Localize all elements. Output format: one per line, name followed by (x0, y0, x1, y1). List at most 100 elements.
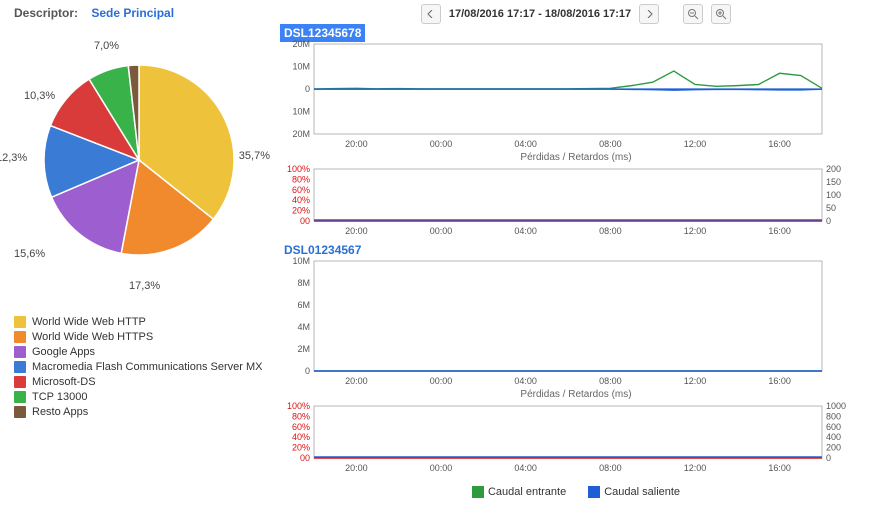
legend-entry-out: Caudal saliente (588, 486, 680, 498)
svg-text:12:00: 12:00 (684, 139, 707, 149)
svg-text:10M: 10M (292, 62, 310, 72)
svg-text:10M: 10M (292, 107, 310, 117)
legend-swatch (14, 346, 26, 358)
prev-button[interactable] (421, 4, 441, 24)
svg-text:00:00: 00:00 (430, 139, 453, 149)
zoom-out-button[interactable] (683, 4, 703, 24)
svg-text:200: 200 (826, 443, 841, 453)
svg-text:04:00: 04:00 (514, 376, 537, 386)
svg-text:20:00: 20:00 (345, 226, 368, 236)
svg-text:16:00: 16:00 (768, 139, 791, 149)
time-range-bar: 17/08/2016 17:17 - 18/08/2016 17:17 (280, 4, 872, 24)
svg-text:100%: 100% (287, 402, 310, 411)
pie-chart: 35,7% 17,3% 15,6% 12,3% 10,3% 7,0% (14, 30, 264, 280)
svg-text:00:00: 00:00 (430, 226, 453, 236)
svg-text:20:00: 20:00 (345, 463, 368, 473)
descriptor-row: Descriptor: Sede Principal (14, 6, 276, 20)
pie-label-3: 12,3% (0, 152, 27, 164)
legend-label: TCP 13000 (32, 391, 87, 403)
svg-text:150: 150 (826, 177, 841, 187)
svg-text:20%: 20% (292, 206, 310, 216)
right-panel: 17/08/2016 17:17 - 18/08/2016 17:17 DSL1… (280, 0, 880, 510)
svg-text:12:00: 12:00 (684, 376, 707, 386)
svg-text:00:00: 00:00 (430, 463, 453, 473)
legend-label: Microsoft-DS (32, 376, 96, 388)
svg-text:04:00: 04:00 (514, 139, 537, 149)
svg-text:08:00: 08:00 (599, 376, 622, 386)
svg-text:04:00: 04:00 (514, 463, 537, 473)
svg-text:0: 0 (305, 84, 310, 94)
pie-label-0: 35,7% (239, 150, 270, 162)
svg-text:40%: 40% (292, 195, 310, 205)
legend-row: TCP 13000 (14, 391, 276, 403)
svg-text:50: 50 (826, 203, 836, 213)
dashboard-root: Descriptor: Sede Principal 35,7% 17,3% 1… (0, 0, 880, 510)
svg-text:10M: 10M (292, 257, 310, 266)
chevron-right-icon (645, 10, 653, 18)
legend-swatch-in (472, 486, 484, 498)
svg-text:20:00: 20:00 (345, 139, 368, 149)
svg-text:80%: 80% (292, 174, 310, 184)
zoom-in-button[interactable] (711, 4, 731, 24)
descriptor-label: Descriptor: (14, 6, 78, 20)
svg-text:100%: 100% (287, 165, 310, 174)
svg-text:20:00: 20:00 (345, 376, 368, 386)
svg-text:60%: 60% (292, 422, 310, 432)
legend-row: Macromedia Flash Communications Server M… (14, 361, 276, 373)
legend-swatch-out (588, 486, 600, 498)
svg-text:6M: 6M (297, 300, 310, 310)
pie-label-4: 10,3% (24, 90, 55, 102)
svg-text:400: 400 (826, 432, 841, 442)
svg-text:800: 800 (826, 411, 841, 421)
svg-text:00:00: 00:00 (430, 376, 453, 386)
legend-label: World Wide Web HTTPS (32, 331, 153, 343)
legend-label: Macromedia Flash Communications Server M… (32, 361, 262, 373)
svg-text:4M: 4M (297, 322, 310, 332)
chart-dsl2-traffic: DSL01234567 10M8M6M4M2M020:0000:0004:000… (280, 243, 872, 474)
svg-text:0: 0 (826, 216, 831, 226)
svg-text:0: 0 (305, 366, 310, 376)
pie-legend: World Wide Web HTTP World Wide Web HTTPS G… (14, 316, 276, 418)
legend-swatch (14, 361, 26, 373)
svg-text:100: 100 (826, 190, 841, 200)
pie-label-5: 7,0% (94, 40, 119, 52)
svg-text:00: 00 (300, 453, 310, 463)
chart-dsl1-traffic: DSL12345678 20M10M010M20M20:0000:0004:00… (280, 26, 872, 237)
svg-text:600: 600 (826, 422, 841, 432)
descriptor-value[interactable]: Sede Principal (91, 6, 174, 20)
legend-label: World Wide Web HTTP (32, 316, 146, 328)
svg-text:12:00: 12:00 (684, 463, 707, 473)
legend-row: Microsoft-DS (14, 376, 276, 388)
svg-text:04:00: 04:00 (514, 226, 537, 236)
svg-text:16:00: 16:00 (768, 376, 791, 386)
svg-text:200: 200 (826, 165, 841, 174)
zoom-in-icon (715, 8, 727, 20)
legend-row: Google Apps (14, 346, 276, 358)
svg-text:20M: 20M (292, 40, 310, 49)
legend-swatch (14, 331, 26, 343)
svg-text:20M: 20M (292, 129, 310, 139)
pie-label-1: 17,3% (129, 280, 160, 292)
svg-text:12:00: 12:00 (684, 226, 707, 236)
svg-text:40%: 40% (292, 432, 310, 442)
legend-label: Google Apps (32, 346, 95, 358)
legend-row: World Wide Web HTTPS (14, 331, 276, 343)
svg-text:00: 00 (300, 216, 310, 226)
svg-text:20%: 20% (292, 443, 310, 453)
legend-swatch (14, 406, 26, 418)
legend-row: World Wide Web HTTP (14, 316, 276, 328)
svg-text:2M: 2M (297, 344, 310, 354)
legend-entry-in: Caudal entrante (472, 486, 566, 498)
svg-text:0: 0 (826, 453, 831, 463)
chart-sub-dsl2: Pérdidas / Retardos (ms) (280, 389, 872, 400)
svg-text:08:00: 08:00 (599, 139, 622, 149)
next-button[interactable] (639, 4, 659, 24)
zoom-out-icon (687, 8, 699, 20)
svg-text:16:00: 16:00 (768, 226, 791, 236)
legend-label: Resto Apps (32, 406, 88, 418)
chevron-left-icon (427, 10, 435, 18)
svg-text:08:00: 08:00 (599, 463, 622, 473)
svg-text:16:00: 16:00 (768, 463, 791, 473)
pie-label-2: 15,6% (14, 248, 45, 260)
svg-text:1000: 1000 (826, 402, 846, 411)
